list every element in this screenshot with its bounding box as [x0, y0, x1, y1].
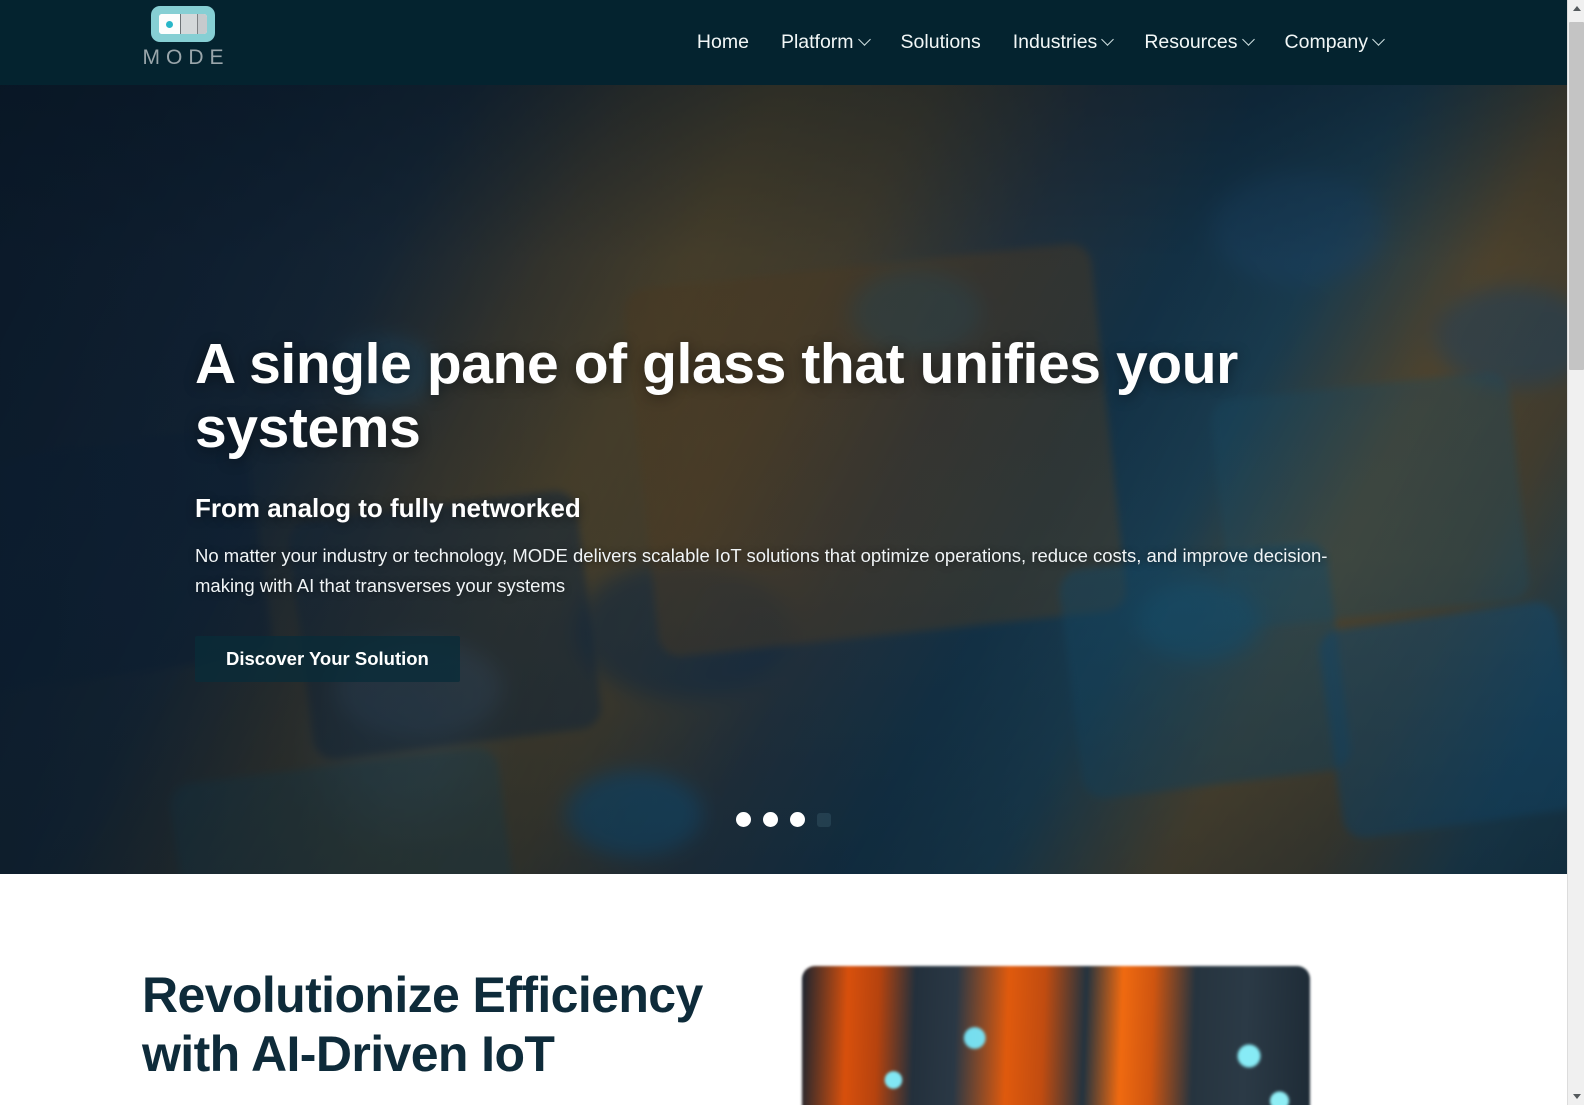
feature-text-column: Revolutionize Efficiency with AI-Driven …	[0, 966, 760, 1105]
chevron-down-icon	[1372, 33, 1385, 46]
hero-title: A single pane of glass that unifies your…	[195, 332, 1238, 460]
carousel-pagination	[0, 812, 1567, 827]
nav-item-label: Platform	[780, 31, 854, 53]
scroll-down-arrow-icon	[1572, 1094, 1581, 1099]
carousel-control-placeholder[interactable]	[817, 812, 831, 827]
nav-item-label: Home	[696, 31, 749, 53]
hero-content: A single pane of glass that unifies your…	[195, 332, 1375, 682]
hero-subtitle: From analog to fully networked	[195, 492, 581, 523]
chevron-down-icon	[1101, 33, 1115, 46]
nav-item-home[interactable]: Home	[681, 31, 765, 54]
hero-carousel: A single pane of glass that unifies your…	[0, 85, 1567, 874]
scroll-down-arrow[interactable]	[1568, 1088, 1584, 1105]
mode-device-icon	[151, 6, 215, 42]
mode-device-icon-inner	[159, 14, 207, 34]
main-navigation: Home Platform Solutions Industries Resou…	[681, 0, 1399, 85]
carousel-dot-3[interactable]	[790, 812, 805, 827]
carousel-dot-2[interactable]	[763, 812, 778, 827]
nav-item-solutions[interactable]: Solutions	[885, 31, 997, 54]
chevron-down-icon	[1241, 33, 1255, 46]
feature-section: Revolutionize Efficiency with AI-Driven …	[0, 874, 1567, 1105]
brand-logo[interactable]: MODE	[140, 6, 226, 70]
page-root: MODE Home Platform Solutions Industries	[0, 0, 1567, 1105]
brand-wordmark: MODE	[142, 46, 230, 69]
nav-item-label: Resources	[1144, 31, 1238, 53]
nav-item-company[interactable]: Company	[1269, 31, 1399, 54]
feature-image	[802, 966, 1310, 1105]
browser-viewport: MODE Home Platform Solutions Industries	[0, 0, 1584, 1105]
nav-item-label: Industries	[1012, 31, 1098, 53]
page-scrollbar[interactable]	[1567, 0, 1584, 1105]
nav-item-label: Solutions	[900, 31, 981, 53]
nav-item-industries[interactable]: Industries	[997, 31, 1129, 54]
site-header: MODE Home Platform Solutions Industries	[0, 0, 1567, 85]
hero-body-text: No matter your industry or technology, M…	[195, 544, 1328, 596]
chevron-down-icon	[857, 33, 871, 46]
feature-image-column	[802, 966, 1310, 1105]
feature-title: Revolutionize Efficiency with AI-Driven …	[142, 967, 703, 1082]
nav-item-resources[interactable]: Resources	[1128, 31, 1268, 54]
scrollbar-thumb[interactable]	[1569, 22, 1584, 370]
nav-item-platform[interactable]: Platform	[765, 31, 885, 54]
scroll-up-arrow[interactable]	[1568, 0, 1584, 17]
scroll-up-arrow-icon	[1572, 6, 1581, 11]
mode-icon-segment-2	[181, 14, 198, 34]
mode-icon-screen	[159, 14, 181, 34]
carousel-dot-1[interactable]	[736, 812, 751, 827]
mode-icon-dot	[166, 20, 173, 28]
discover-your-solution-button[interactable]: Discover Your Solution	[195, 635, 460, 682]
nav-item-label: Company	[1284, 31, 1368, 53]
mode-icon-segment-3	[198, 14, 207, 34]
